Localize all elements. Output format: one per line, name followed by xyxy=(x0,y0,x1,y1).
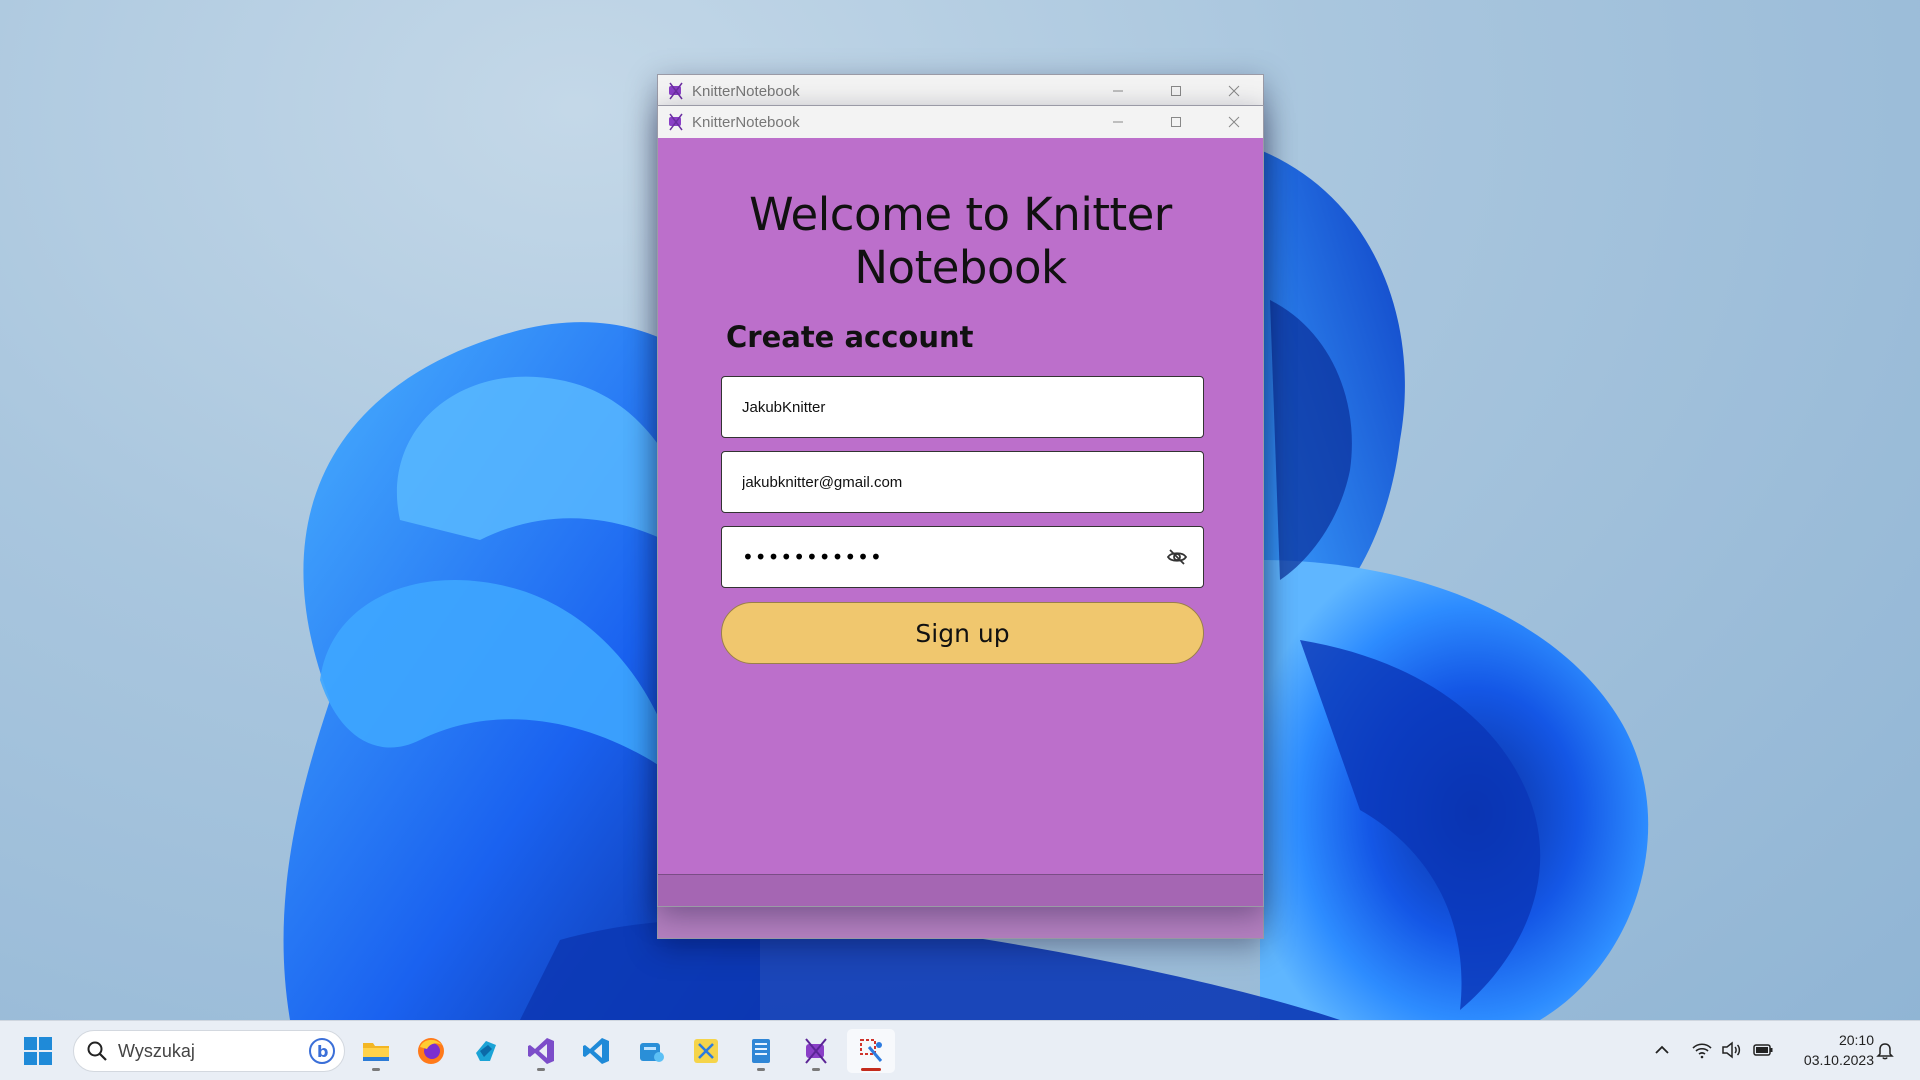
storage-explorer-icon xyxy=(640,1043,664,1062)
wifi-icon[interactable] xyxy=(1691,1039,1713,1061)
running-indicator xyxy=(757,1068,765,1071)
taskbar-visual-studio[interactable] xyxy=(517,1029,565,1073)
battery-icon[interactable] xyxy=(1752,1039,1774,1061)
notification-bell-icon[interactable] xyxy=(1874,1039,1896,1061)
svg-text:b: b xyxy=(317,1042,328,1061)
knitter-app-icon xyxy=(669,113,683,131)
app-window-signup[interactable]: KnitterNotebook Welcome to Knitter Noteb… xyxy=(657,105,1264,907)
knitter-app-icon xyxy=(669,82,683,100)
azure-data-studio-icon xyxy=(476,1041,496,1061)
maximize-button[interactable] xyxy=(1147,106,1205,138)
chevron-up-icon[interactable] xyxy=(1651,1039,1673,1061)
close-icon xyxy=(1228,116,1240,128)
running-indicator xyxy=(812,1068,820,1071)
clock-time: 20:10 xyxy=(1838,1032,1874,1048)
signup-panel: Welcome to Knitter Notebook Create accou… xyxy=(658,138,1263,906)
create-account-heading: Create account xyxy=(726,320,974,354)
close-button[interactable] xyxy=(1205,106,1263,138)
knitter-app-icon xyxy=(805,1038,827,1064)
password-input[interactable]: ••••••••••• xyxy=(722,545,1165,569)
title-bar[interactable]: KnitterNotebook xyxy=(658,75,1263,107)
volume-icon[interactable] xyxy=(1720,1039,1742,1061)
search-placeholder: Wyszukaj xyxy=(118,1040,195,1061)
windows-start-icon[interactable] xyxy=(22,1035,54,1067)
password-field[interactable]: ••••••••••• xyxy=(721,526,1204,588)
taskbar-notepad[interactable] xyxy=(737,1029,785,1073)
window-title: KnitterNotebook xyxy=(692,113,800,131)
email-field[interactable] xyxy=(721,451,1204,513)
clock-date: 03.10.2023 xyxy=(1803,1052,1874,1068)
active-indicator xyxy=(861,1068,881,1071)
maximize-icon xyxy=(1171,117,1181,127)
running-indicator xyxy=(537,1068,545,1071)
file-explorer-icon xyxy=(363,1043,389,1061)
taskbar: Wyszukaj b 20:10 03.10.2023 xyxy=(0,1020,1920,1080)
taskbar-firefox[interactable] xyxy=(407,1029,455,1073)
minimize-button[interactable] xyxy=(1089,106,1147,138)
snipping-tool-icon xyxy=(694,1039,718,1063)
debugger-icon xyxy=(860,1039,883,1062)
sign-up-button[interactable]: Sign up xyxy=(721,602,1204,664)
username-input[interactable] xyxy=(722,377,1203,437)
search-icon xyxy=(87,1041,107,1061)
welcome-heading: Welcome to Knitter Notebook xyxy=(749,188,1172,294)
username-field[interactable] xyxy=(721,376,1204,438)
taskbar-search-box[interactable]: Wyszukaj b xyxy=(73,1030,345,1072)
minimize-button[interactable] xyxy=(1089,75,1147,107)
visual-studio-icon xyxy=(528,1038,554,1064)
window-title: KnitterNotebook xyxy=(692,82,800,100)
notepad-icon xyxy=(752,1039,770,1063)
window-footer xyxy=(658,874,1263,906)
email-input[interactable] xyxy=(722,452,1203,512)
title-bar[interactable]: KnitterNotebook xyxy=(658,106,1263,138)
minimize-icon xyxy=(1113,121,1123,123)
system-clock[interactable]: 20:10 03.10.2023 xyxy=(1784,1030,1874,1070)
close-button[interactable] xyxy=(1205,75,1263,107)
hide-password-icon[interactable] xyxy=(1165,545,1189,569)
taskbar-snipping-tool[interactable] xyxy=(682,1029,730,1073)
maximize-button[interactable] xyxy=(1147,75,1205,107)
taskbar-knitter-notebook[interactable] xyxy=(792,1029,840,1073)
maximize-icon xyxy=(1171,86,1181,96)
close-icon xyxy=(1228,85,1240,97)
firefox-icon xyxy=(418,1038,444,1064)
running-indicator xyxy=(372,1068,380,1071)
minimize-icon xyxy=(1113,90,1123,92)
taskbar-azure-data-studio[interactable] xyxy=(462,1029,510,1073)
taskbar-vs-code[interactable] xyxy=(572,1029,620,1073)
taskbar-file-explorer[interactable] xyxy=(352,1029,400,1073)
taskbar-debugger[interactable] xyxy=(847,1029,895,1073)
vs-code-icon xyxy=(583,1038,609,1064)
bing-chat-icon[interactable]: b xyxy=(308,1037,336,1065)
taskbar-azure-storage-explorer[interactable] xyxy=(627,1029,675,1073)
